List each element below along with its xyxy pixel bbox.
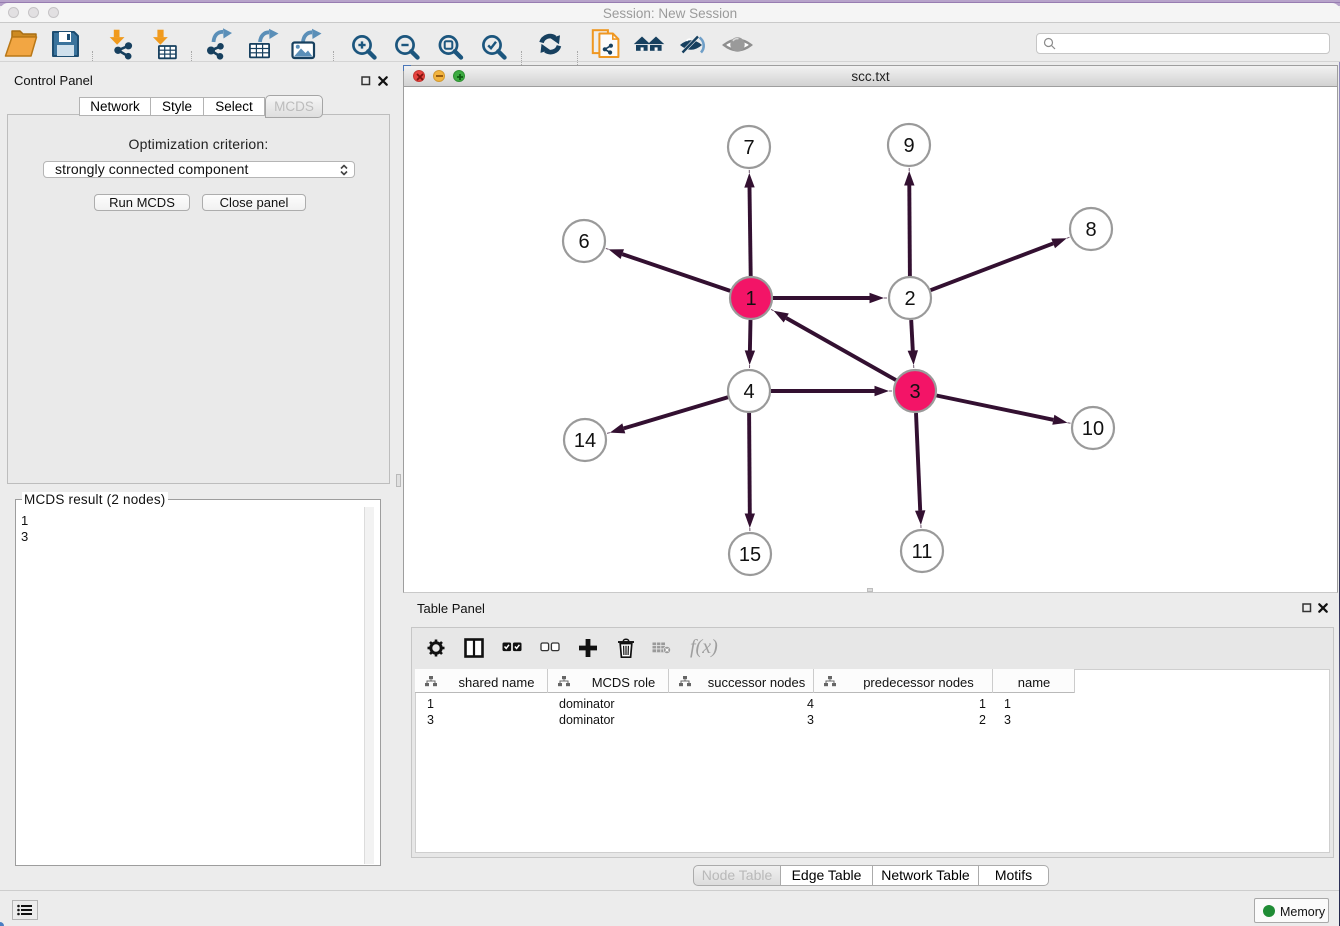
svg-text:7: 7 bbox=[743, 137, 754, 159]
svg-text:3: 3 bbox=[909, 381, 920, 403]
svg-text:2: 2 bbox=[904, 288, 915, 310]
svg-text:6: 6 bbox=[578, 231, 589, 253]
svg-text:11: 11 bbox=[912, 541, 933, 563]
svg-text:8: 8 bbox=[1085, 219, 1096, 241]
svg-text:15: 15 bbox=[739, 544, 761, 566]
svg-text:4: 4 bbox=[743, 381, 754, 403]
svg-text:14: 14 bbox=[574, 430, 596, 452]
svg-text:9: 9 bbox=[903, 135, 914, 157]
svg-text:1: 1 bbox=[745, 288, 756, 310]
svg-text:10: 10 bbox=[1082, 418, 1104, 440]
